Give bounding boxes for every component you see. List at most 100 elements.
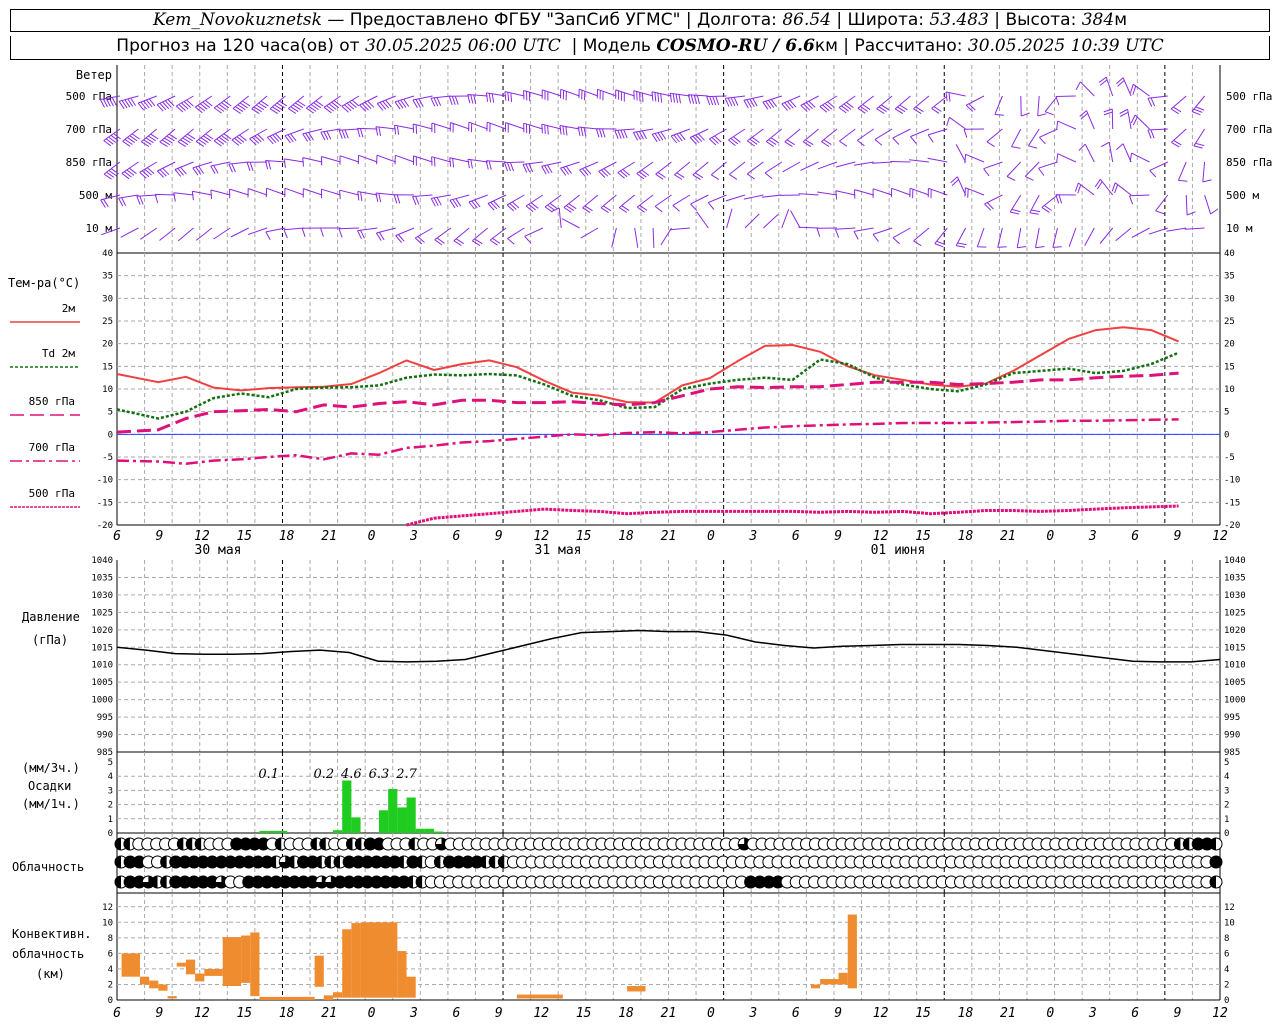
- conv-bar: [204, 968, 223, 976]
- temp-tick-left: 30: [102, 294, 113, 304]
- wind-barb: [246, 161, 268, 171]
- bottom-time-tick: 15: [915, 1006, 931, 1021]
- precip-unit-top: (мм/3ч.): [22, 761, 80, 775]
- precip-total-label: 6.3: [369, 767, 390, 782]
- temp-tick-right: 35: [1224, 272, 1235, 282]
- wind-level-label-left: 500 гПа: [66, 90, 112, 103]
- temp-series-line: [116, 418, 1179, 466]
- wind-barb: [636, 194, 654, 213]
- wind-barb: [1027, 128, 1040, 149]
- temp-tick-right: 5: [1224, 408, 1229, 418]
- bottom-time-tick: 18: [618, 1006, 634, 1021]
- wind-barb: [790, 210, 801, 229]
- wind-barb: [434, 227, 452, 246]
- wind-barb: [301, 227, 323, 237]
- conv-bar: [323, 995, 334, 1000]
- bottom-time-tick: 21: [1000, 1006, 1016, 1021]
- conv-bar: [250, 932, 260, 997]
- wind-barb: [892, 227, 911, 245]
- pressure-tick-right: 1020: [1224, 626, 1246, 636]
- wind-barb: [1068, 227, 1077, 247]
- wind-barb: [1044, 95, 1058, 116]
- conv-bar: [627, 986, 646, 992]
- temp-tick-right: 25: [1224, 317, 1235, 327]
- wind-barb: [1177, 161, 1188, 182]
- wind-barb: [652, 227, 655, 249]
- conv-tick-left: 2: [108, 980, 113, 990]
- temp-time-tick: 12: [1212, 529, 1228, 544]
- bottom-time-tick: 12: [1212, 1006, 1228, 1021]
- wind-barb: [1204, 194, 1219, 215]
- wind-barb: [696, 211, 709, 229]
- wind-barb: [1116, 77, 1132, 97]
- wind-barb: [997, 227, 1007, 248]
- wind-barb: [213, 128, 232, 147]
- temp-time-tick: 21: [661, 529, 677, 544]
- pressure-tick-right: 1025: [1224, 608, 1246, 618]
- precip-unit-bottom: (мм/1ч.): [22, 797, 80, 811]
- wind-barb: [192, 161, 213, 176]
- temp-tick-left: -15: [97, 498, 113, 508]
- temp-time-tick: 6: [113, 529, 121, 544]
- pressure-yunit: (гПа): [32, 633, 68, 647]
- precip-bar: [406, 797, 416, 833]
- wind-barb: [672, 194, 691, 212]
- wind-barb: [1074, 182, 1095, 196]
- wind-barb: [854, 189, 874, 199]
- conv-bar: [847, 914, 857, 989]
- pressure-tick-right: 1040: [1224, 556, 1246, 566]
- wind-level-label-right: 500 гПа: [1226, 90, 1272, 103]
- wind-barb: [1099, 227, 1114, 244]
- wind-barb: [687, 94, 709, 105]
- date-label: 31 мая: [535, 543, 582, 558]
- wind-barb: [910, 128, 930, 144]
- wind-barb: [689, 128, 709, 145]
- wind-barb: [137, 95, 157, 111]
- temp-tick-left: -5: [102, 453, 113, 463]
- temp-tick-right: 0: [1224, 430, 1229, 440]
- wind-barb: [1191, 95, 1205, 116]
- wind-barb: [931, 95, 948, 114]
- meteogram: Ветер 500 гПа 500 гПа 700 гПа 700 гПа 850 гПа…: [8, 65, 1272, 1021]
- temp-tick-left: -10: [97, 476, 113, 486]
- wind-barb: [559, 125, 580, 136]
- precip-tick-right: 0: [1224, 829, 1229, 839]
- temp-legend-label: 2м: [62, 302, 76, 315]
- cloud-label: Облачность: [12, 860, 84, 874]
- wind-barb: [247, 188, 268, 198]
- temp-time-tick: 6: [1131, 529, 1139, 544]
- pressure-tick-left: 985: [97, 748, 113, 758]
- conv-ylabel-2: облачность: [12, 947, 84, 961]
- bottom-time-tick: 6: [792, 1006, 800, 1021]
- wind-barb: [359, 95, 378, 112]
- wind-barb: [507, 227, 525, 245]
- wind-barb: [489, 227, 507, 246]
- conv-bar: [820, 979, 839, 985]
- wind-barb: [802, 128, 819, 148]
- wind-barb: [582, 194, 599, 214]
- temp-time-tick: 12: [533, 529, 549, 544]
- temp-tick-left: 40: [102, 249, 113, 259]
- temp-time-tick: 9: [495, 529, 503, 544]
- conv-bar: [121, 953, 140, 977]
- precip-tick-left: 2: [108, 801, 113, 811]
- wind-barb: [191, 190, 212, 201]
- wind-barb: [339, 155, 360, 165]
- bottom-time-tick: 15: [236, 1006, 252, 1021]
- bottom-time-tick: 0: [1046, 1006, 1054, 1021]
- wind-barb: [504, 122, 525, 133]
- wind-barb: [394, 154, 415, 165]
- precip-tick-right: 1: [1224, 815, 1229, 825]
- wind-barb: [1155, 194, 1169, 215]
- conv-bar: [838, 972, 848, 985]
- conv-bar: [333, 992, 343, 998]
- temp-time-tick: 3: [1088, 529, 1097, 544]
- wind-barb: [761, 194, 782, 198]
- wind-barb: [1029, 194, 1041, 215]
- temp-tick-right: 20: [1224, 340, 1235, 350]
- wind-barb: [1020, 95, 1030, 117]
- temp-tick-right: -5: [1224, 453, 1235, 463]
- wind-barb: [302, 128, 323, 142]
- conv-bar: [139, 976, 150, 985]
- wind-barb: [1170, 95, 1187, 115]
